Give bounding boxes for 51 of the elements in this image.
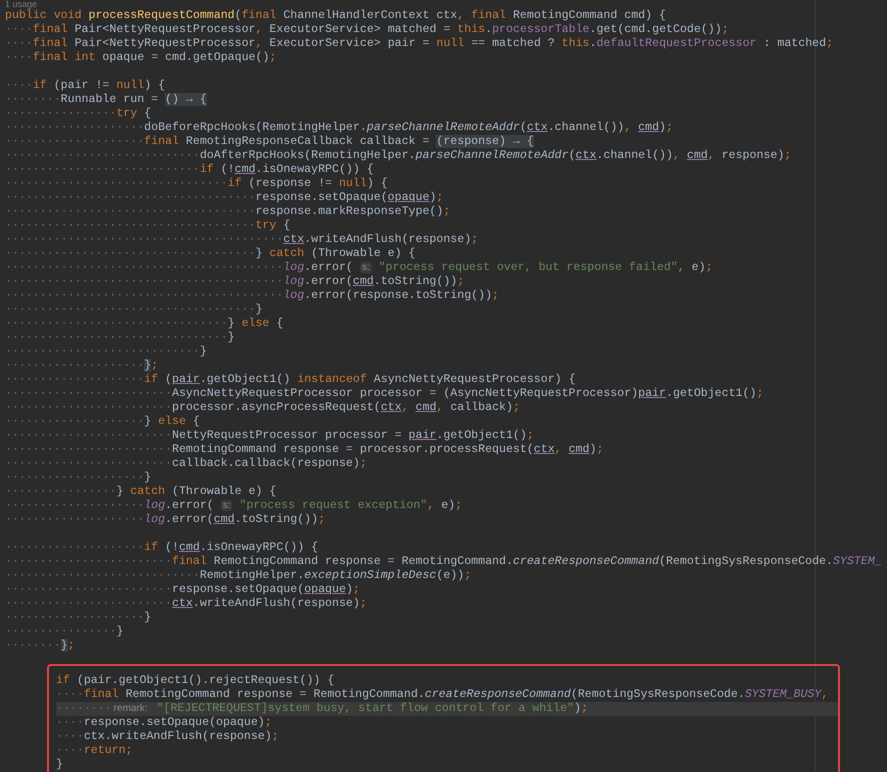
- code-line: }: [56, 758, 64, 772]
- code-line: ····················doBeforeRpcHooks(RemotingHelper.parseChannelRemoteAddr(ctx.channel()), cmd);: [5, 121, 674, 135]
- usage-hint[interactable]: 1 usage: [5, 0, 38, 9]
- code-line: ····final Pair<NettyRequestProcessor, ExecutorService> matched = this.processorTable.get(cmd.getCode());: [5, 23, 730, 37]
- code-line: ················try {: [5, 107, 152, 121]
- code-line: ························ctx.writeAndFlush(response);: [5, 597, 368, 611]
- code-line: ········································log.error(response.toString());: [5, 289, 500, 303]
- code-line: ························response.setOpaque(opaque);: [5, 583, 361, 597]
- code-line: ····················if (!cmd.isOnewayRPC()) {: [5, 541, 320, 555]
- code-line: ····················};: [5, 359, 160, 373]
- code-line: ····························}: [5, 345, 208, 359]
- code-line: ····································try {: [5, 219, 292, 233]
- code-line: ····················log.error( s: "process request exception", e);: [5, 499, 464, 513]
- code-line: ················}: [5, 625, 124, 639]
- code-line: ····final int opaque = cmd.getOpaque();: [5, 51, 278, 65]
- code-line: ································}: [5, 331, 236, 345]
- code-line: ········································ctx.writeAndFlush(response);: [5, 233, 480, 247]
- code-line: ····················}: [5, 611, 152, 625]
- code-line: ····················log.error(cmd.toString());: [5, 513, 326, 527]
- code-line: ················} catch (Throwable e) {: [5, 485, 278, 499]
- code-line: ····························if (!cmd.isOnewayRPC()) {: [5, 163, 375, 177]
- code-line: ························final RemotingCommand response = RemotingCommand.createResponseCommand(RemotingSysResponseCode.SYSTEM_: [5, 555, 883, 569]
- code-line: ····································response.setOpaque(opaque);: [5, 191, 444, 205]
- code-line: ································if (response != null) {: [5, 177, 389, 191]
- code-line: if (pair.getObject1().rejectRequest()) {: [56, 674, 336, 688]
- code-line: ····final RemotingCommand response = RemotingCommand.createResponseCommand(RemotingSysResponseCode.SYSTEM_BUSY,: [56, 688, 830, 702]
- code-line: ········································log.error( s: "process request over, but response failed", e);: [5, 261, 714, 275]
- code-line: public void processRequestCommand(final ChannelHandlerContext ctx, final RemotingCommand cmd) {: [5, 9, 668, 23]
- code-line: ········Runnable run = () → {: [5, 93, 208, 107]
- code-line: ····return;: [56, 744, 134, 758]
- code-line: ····················}: [5, 471, 152, 485]
- code-line: ····································}: [5, 303, 264, 317]
- code-line: ········};: [5, 639, 76, 653]
- code-line: ····································response.markResponseType();: [5, 205, 452, 219]
- code-line: ····································} catch (Throwable e) {: [5, 247, 417, 261]
- code-line: ························callback.callback(response);: [5, 457, 368, 471]
- code-line: ····final Pair<NettyRequestProcessor, ExecutorService> pair = null == matched ? this.defaultRequestProcessor : matched;: [5, 37, 834, 51]
- code-line: ····························RemotingHelper.exceptionSimpleDesc(e));: [5, 569, 472, 583]
- code-line: ························AsyncNettyRequestProcessor processor = (AsyncNettyRequestProcessor)pair.getObject1();: [5, 387, 764, 401]
- code-line: ········································log.error(cmd.toString());: [5, 275, 466, 289]
- code-line: ····························doAfterRpcHooks(RemotingHelper.parseChannelRemoteAddr(ctx.channel()), cmd, response);: [5, 149, 792, 163]
- code-line: ································} else {: [5, 317, 284, 331]
- code-line: ····ctx.writeAndFlush(response);: [56, 730, 280, 744]
- code-line: ····················} else {: [5, 415, 201, 429]
- code-line: ····················final RemotingResponseCallback callback = (response) → {: [5, 135, 535, 149]
- code-line: ····if (pair != null) {: [5, 79, 166, 93]
- code-line: ························NettyRequestProcessor processor = pair.getObject1();: [5, 429, 535, 443]
- code-line: ····················if (pair.getObject1() instanceof AsyncNettyRequestProcessor) {: [5, 373, 577, 387]
- code-line: ····response.setOpaque(opaque);: [56, 716, 273, 730]
- code-line: ························processor.asyncProcessRequest(ctx, cmd, callback);: [5, 401, 521, 415]
- code-line: ························RemotingCommand response = processor.processRequest(ctx, cmd);: [5, 443, 604, 457]
